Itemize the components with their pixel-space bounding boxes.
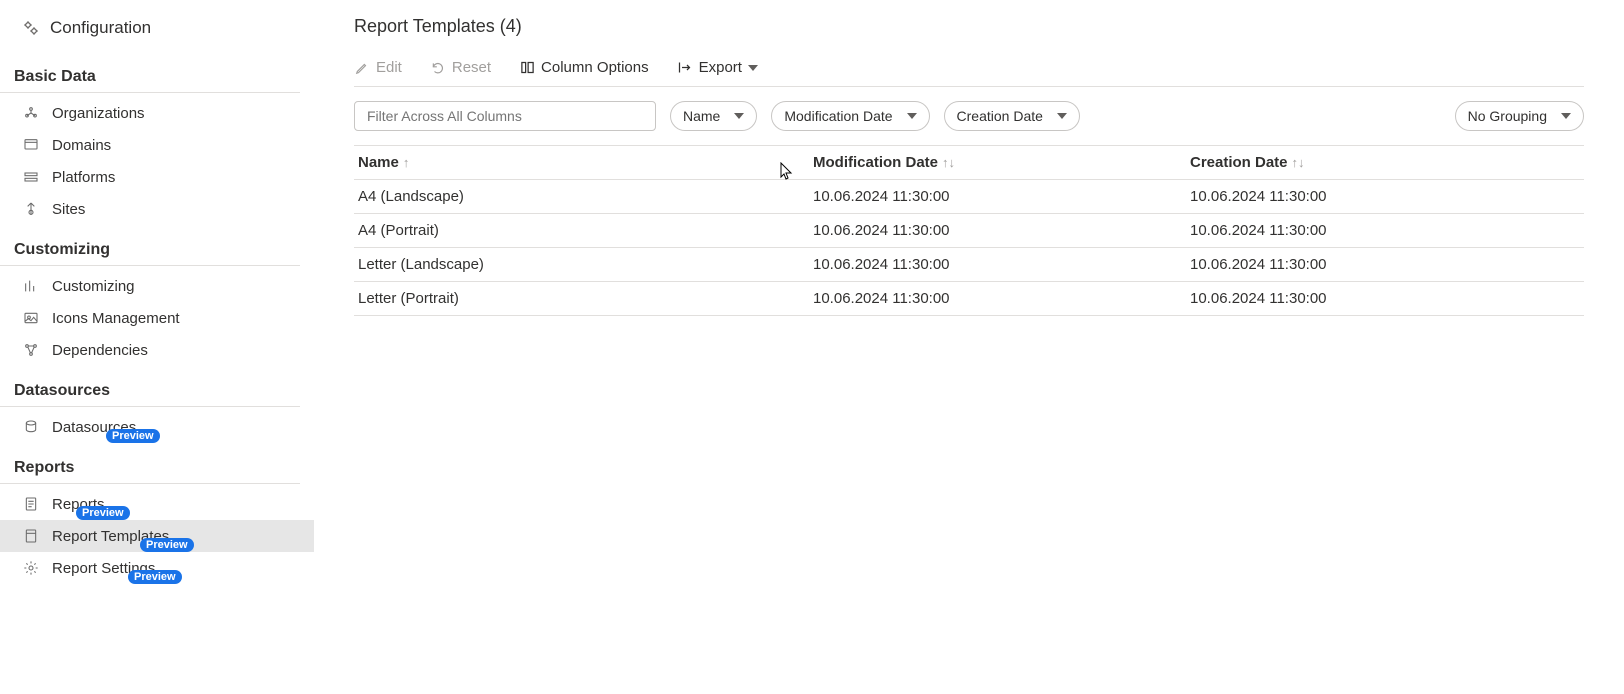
sidebar-item-domains[interactable]: Domains: [0, 129, 314, 161]
sites-icon: [22, 200, 40, 218]
domains-icon: [22, 136, 40, 154]
column-header-label: Creation Date: [1190, 154, 1288, 171]
sidebar-item-label: Icons Management: [52, 310, 180, 327]
chevron-down-icon: [1561, 113, 1571, 119]
platforms-icon: [22, 168, 40, 186]
cell-modified: 10.06.2024 11:30:00: [813, 256, 1190, 273]
sidebar-item-organizations[interactable]: Organizations: [0, 97, 314, 129]
datasource-icon: [22, 418, 40, 436]
sidebar-item-platforms[interactable]: Platforms: [0, 161, 314, 193]
sidebar-item-label: Sites: [52, 201, 85, 218]
table-row[interactable]: A4 (Portrait)10.06.2024 11:30:0010.06.20…: [354, 214, 1584, 248]
sidebar: Configuration Basic Data Organizations Dom…: [0, 0, 314, 694]
preview-badge: Preview: [140, 538, 194, 552]
sidebar-item-label: Dependencies: [52, 342, 148, 359]
chevron-down-icon: [1057, 113, 1067, 119]
preview-badge: Preview: [128, 570, 182, 584]
edit-label: Edit: [376, 59, 402, 76]
chevron-down-icon: [748, 65, 758, 71]
sidebar-item-label: Customizing: [52, 278, 135, 295]
section-title: Basic Data: [0, 52, 300, 93]
gear-icon: [22, 19, 40, 37]
sidebar-item-label: Platforms: [52, 169, 115, 186]
section-title: Datasources: [0, 366, 300, 407]
sidebar-item-customizing[interactable]: Customizing: [0, 270, 314, 302]
table-row[interactable]: A4 (Landscape)10.06.2024 11:30:0010.06.2…: [354, 180, 1584, 214]
sidebar-item-report-settings[interactable]: Report SettingsPreview: [0, 552, 314, 584]
sidebar-item-reports[interactable]: ReportsPreview: [0, 488, 314, 520]
sidebar-item-report-templates[interactable]: Report TemplatesPreview: [0, 520, 314, 552]
filter-chip-name[interactable]: Name: [670, 101, 757, 131]
sort-indicator-icon: ↑: [403, 155, 410, 170]
cell-modified: 10.06.2024 11:30:00: [813, 188, 1190, 205]
sort-indicator-icon: ↑↓: [942, 155, 955, 170]
cell-created: 10.06.2024 11:30:00: [1190, 188, 1584, 205]
toolbar: Edit Reset Column Options Export: [354, 53, 1584, 87]
filter-chip-modification-date[interactable]: Modification Date: [771, 101, 929, 131]
export-icon: [677, 60, 693, 76]
sidebar-header: Configuration: [0, 14, 314, 52]
table-header: Name ↑ Modification Date ↑↓ Creation Date ↑↓: [354, 146, 1584, 180]
sidebar-item-datasources[interactable]: DatasourcesPreview: [0, 411, 314, 443]
sidebar-item-sites[interactable]: Sites: [0, 193, 314, 225]
sidebar-item-icons-management[interactable]: Icons Management: [0, 302, 314, 334]
export-button[interactable]: Export: [677, 59, 758, 76]
main: Report Templates (4) Edit Reset Column O…: [314, 0, 1624, 694]
sidebar-item-label: Organizations: [52, 105, 145, 122]
sidebar-item-dependencies[interactable]: Dependencies: [0, 334, 314, 366]
deps-icon: [22, 341, 40, 359]
cell-name: A4 (Portrait): [358, 222, 813, 239]
column-options-label: Column Options: [541, 59, 649, 76]
sidebar-item-label: Domains: [52, 137, 111, 154]
report-icon: [22, 495, 40, 513]
cell-modified: 10.06.2024 11:30:00: [813, 222, 1190, 239]
filter-chip-label: Creation Date: [957, 108, 1043, 124]
customizing-icon: [22, 277, 40, 295]
icons-icon: [22, 309, 40, 327]
cell-name: Letter (Landscape): [358, 256, 813, 273]
edit-button[interactable]: Edit: [354, 59, 402, 76]
section-title: Reports: [0, 443, 300, 484]
grouping-label: No Grouping: [1468, 108, 1547, 124]
column-header-label: Name: [358, 154, 399, 171]
cell-modified: 10.06.2024 11:30:00: [813, 290, 1190, 307]
filter-chip-creation-date[interactable]: Creation Date: [944, 101, 1080, 131]
section-title: Customizing: [0, 225, 300, 266]
filters-row: Name Modification Date Creation Date No Gr…: [354, 87, 1624, 145]
cell-created: 10.06.2024 11:30:00: [1190, 290, 1584, 307]
column-header-label: Modification Date: [813, 154, 938, 171]
filter-chip-label: Modification Date: [784, 108, 892, 124]
export-label: Export: [699, 59, 742, 76]
chevron-down-icon: [734, 113, 744, 119]
preview-badge: Preview: [76, 506, 130, 520]
settings-icon: [22, 559, 40, 577]
table-row[interactable]: Letter (Landscape)10.06.2024 11:30:0010.…: [354, 248, 1584, 282]
chevron-down-icon: [907, 113, 917, 119]
sidebar-title: Configuration: [50, 18, 151, 38]
filter-input[interactable]: [354, 101, 656, 131]
column-options-button[interactable]: Column Options: [519, 59, 649, 76]
cell-created: 10.06.2024 11:30:00: [1190, 256, 1584, 273]
table-row[interactable]: Letter (Portrait)10.06.2024 11:30:0010.0…: [354, 282, 1584, 316]
cell-name: A4 (Landscape): [358, 188, 813, 205]
reset-label: Reset: [452, 59, 491, 76]
column-header-modification-date[interactable]: Modification Date ↑↓: [813, 154, 1190, 171]
table: Name↑Modification Date↑↓Creation Date↑↓ …: [354, 145, 1584, 316]
column-header-name[interactable]: Name ↑: [358, 154, 813, 171]
column-header-creation-date[interactable]: Creation Date ↑↓: [1190, 154, 1584, 171]
reset-button[interactable]: Reset: [430, 59, 491, 76]
filter-chip-label: Name: [683, 108, 720, 124]
org-icon: [22, 104, 40, 122]
page-title: Report Templates (4): [354, 12, 1624, 53]
undo-icon: [430, 60, 446, 76]
grouping-select[interactable]: No Grouping: [1455, 101, 1584, 131]
sort-indicator-icon: ↑↓: [1292, 155, 1305, 170]
columns-icon: [519, 60, 535, 76]
cell-name: Letter (Portrait): [358, 290, 813, 307]
cell-created: 10.06.2024 11:30:00: [1190, 222, 1584, 239]
template-icon: [22, 527, 40, 545]
pencil-icon: [354, 60, 370, 76]
preview-badge: Preview: [106, 429, 160, 443]
